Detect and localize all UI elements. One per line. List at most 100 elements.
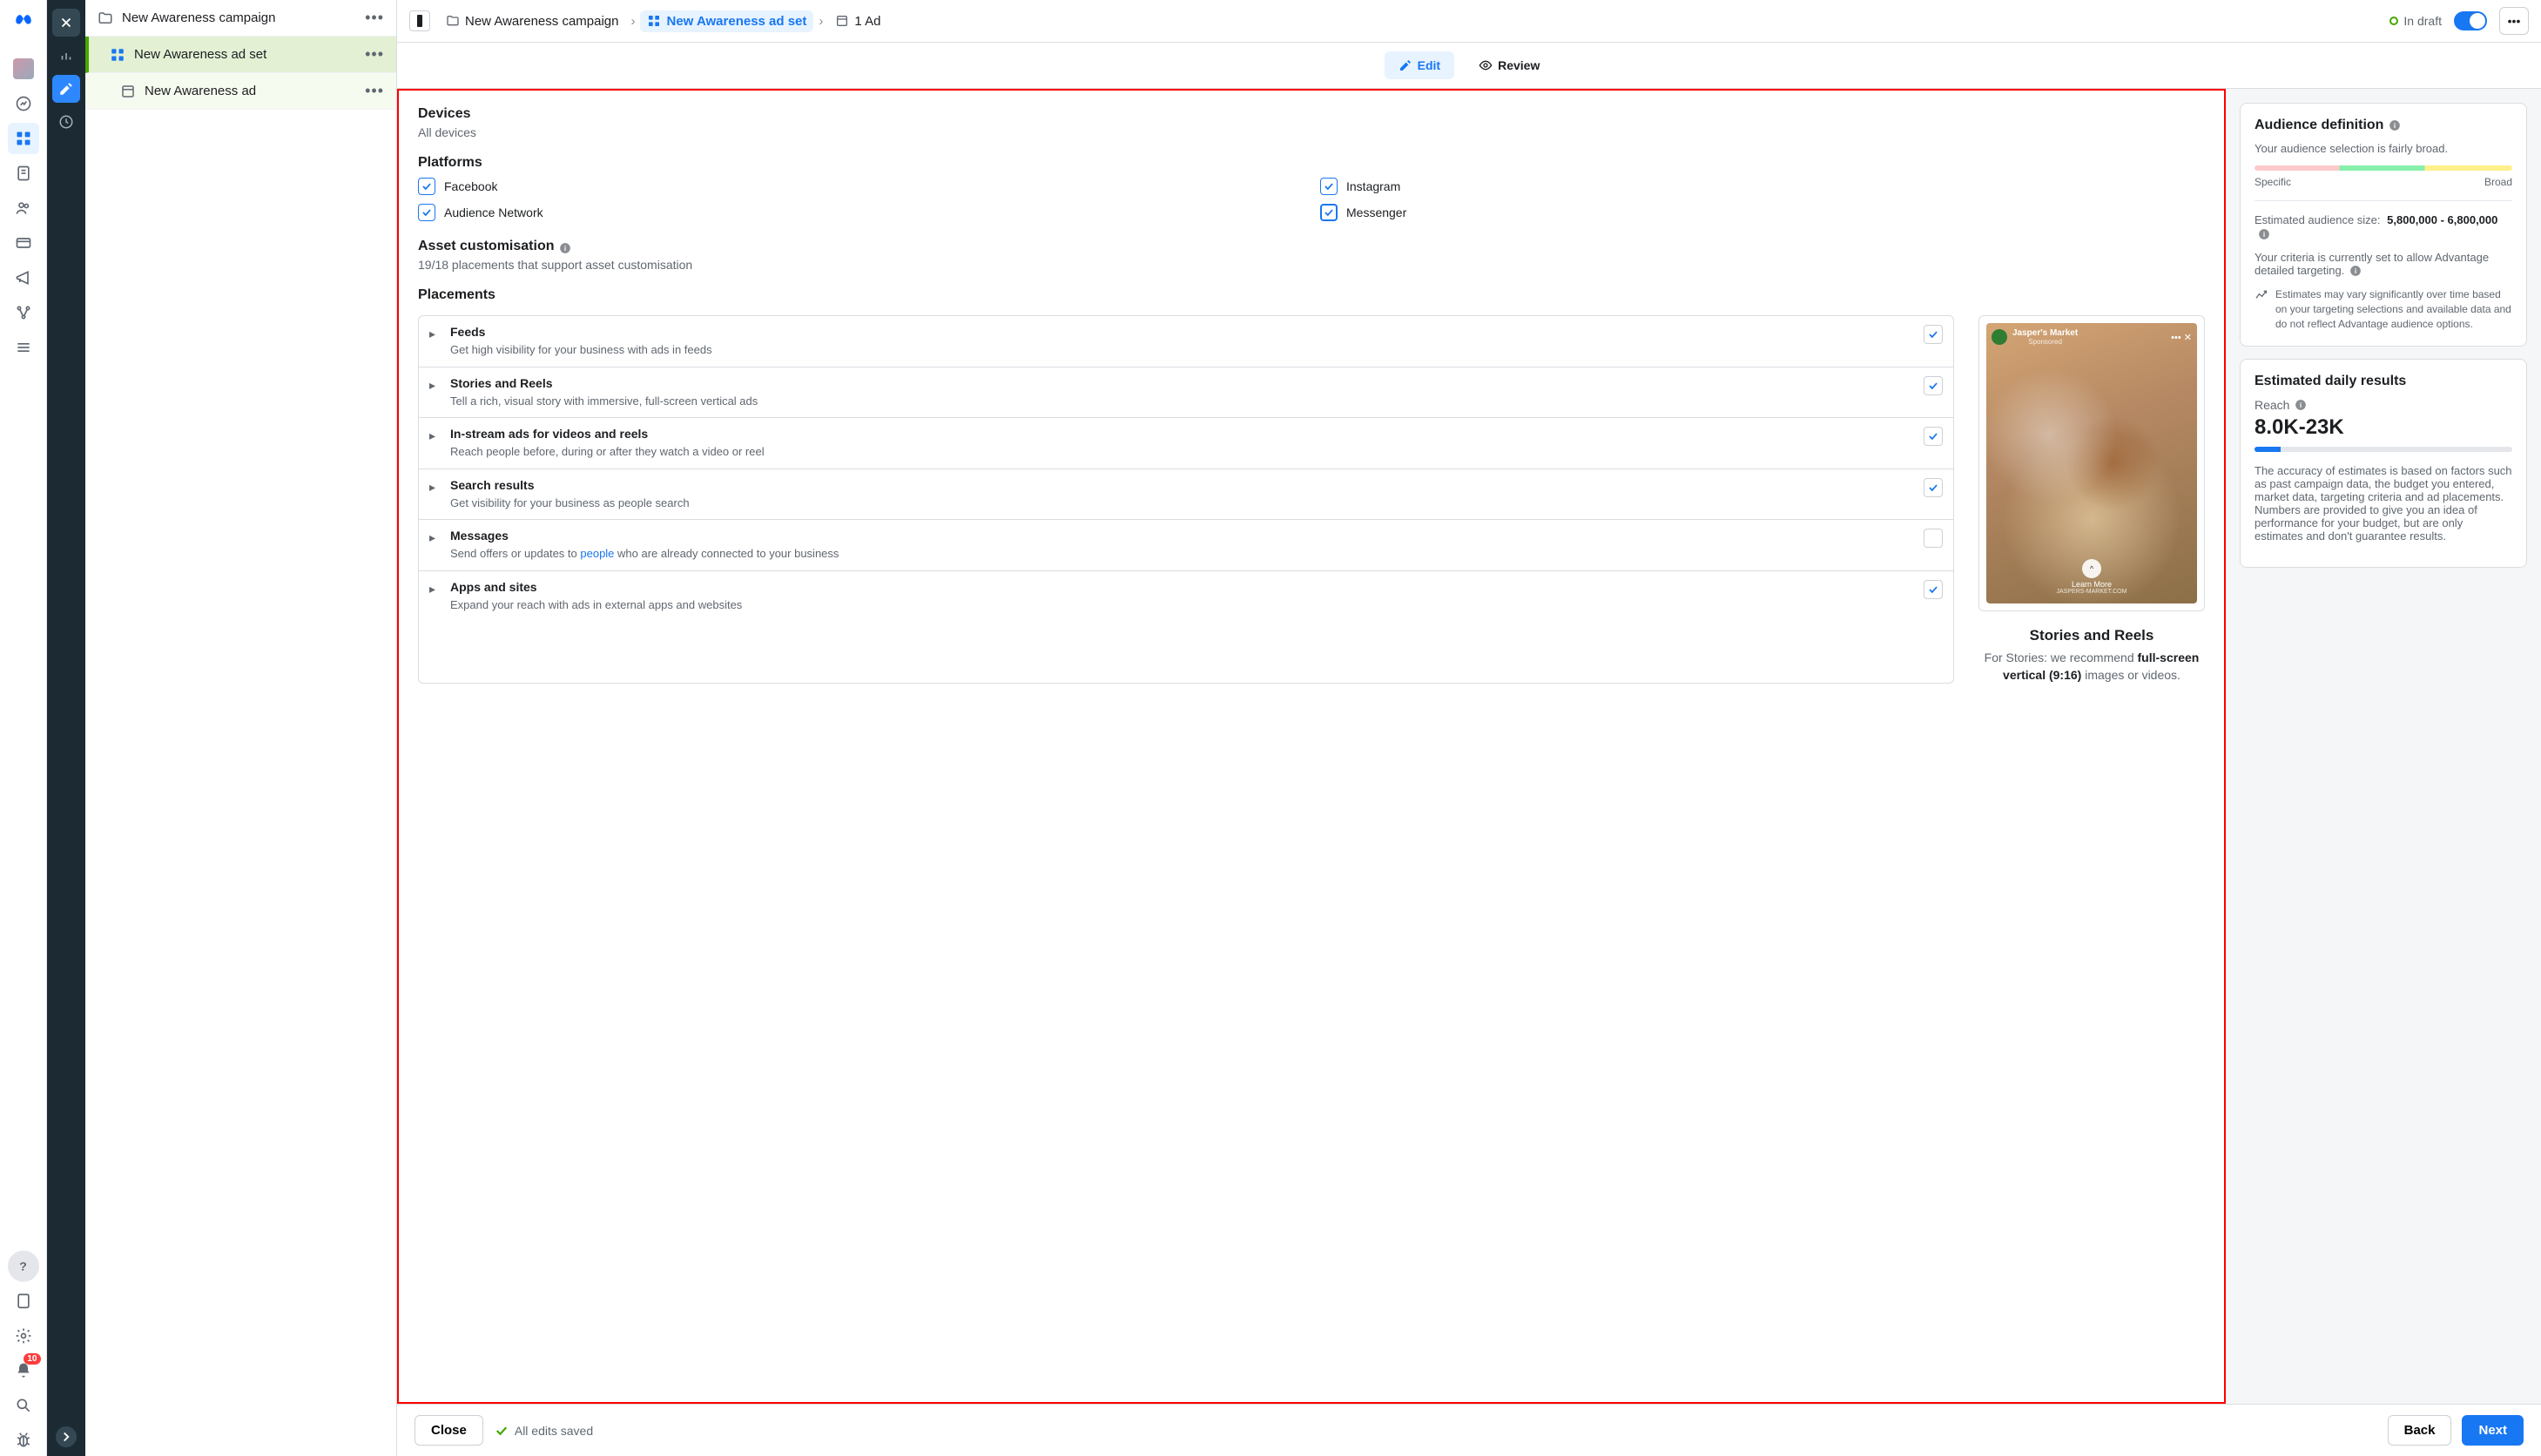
nav-dashboard-icon[interactable]: [8, 88, 39, 119]
edit-tab-icon[interactable]: [52, 75, 80, 103]
right-sidebar: Audience definition i Your audience sele…: [2226, 89, 2541, 1404]
placement-messages[interactable]: ▸ Messages Send offers or updates to peo…: [419, 520, 1953, 571]
nav-menu-icon[interactable]: [8, 332, 39, 363]
nav-events-icon[interactable]: [8, 297, 39, 328]
review-mode-button[interactable]: Review: [1465, 51, 1554, 79]
preview-text: For Stories: we recommend full-screen ve…: [1978, 650, 2205, 684]
up-arrow-icon: ^: [2082, 559, 2101, 578]
next-button[interactable]: Next: [2462, 1415, 2524, 1446]
footer-bar: Close All edits saved Back Next: [397, 1404, 2541, 1456]
placement-instream[interactable]: ▸ In-stream ads for videos and reels Rea…: [419, 418, 1953, 469]
asset-subtext: 19/18 placements that support asset cust…: [418, 258, 2205, 272]
breadcrumb-ad[interactable]: 1 Ad: [828, 10, 887, 32]
nav-bug-icon[interactable]: [8, 1425, 39, 1456]
breadcrumb-adset[interactable]: New Awareness ad set: [640, 10, 813, 32]
chevron-right-icon: ›: [819, 14, 823, 29]
check-icon: [494, 1423, 509, 1439]
caret-right-icon: ▸: [429, 480, 435, 495]
history-tab-icon[interactable]: [52, 108, 80, 136]
info-icon[interactable]: i: [2258, 228, 2270, 240]
tree-row-menu[interactable]: •••: [365, 45, 384, 64]
tree-row-menu[interactable]: •••: [365, 82, 384, 100]
svg-text:i: i: [2355, 267, 2356, 275]
svg-text:i: i: [2300, 401, 2302, 408]
daily-note: The accuracy of estimates is based on fa…: [2255, 464, 2512, 543]
chart-tab-icon[interactable]: [52, 42, 80, 70]
svg-text:i: i: [2263, 230, 2265, 238]
phone-mockup: Jasper's Market Sponsored ••• ✕ ^ Learn …: [1978, 315, 2205, 611]
caret-right-icon: ▸: [429, 378, 435, 393]
eye-icon: [1479, 58, 1493, 72]
status-dot-icon: [2389, 17, 2398, 25]
help-button[interactable]: ?: [8, 1250, 39, 1282]
placement-toggle[interactable]: [1924, 580, 1943, 599]
placement-apps[interactable]: ▸ Apps and sites Expand your reach with …: [419, 571, 1953, 622]
platform-instagram[interactable]: Instagram: [1320, 178, 2205, 195]
info-icon[interactable]: i: [559, 242, 571, 254]
account-avatar[interactable]: [13, 58, 34, 79]
caret-right-icon: ▸: [429, 582, 435, 597]
close-button[interactable]: Close: [415, 1415, 483, 1446]
ad-icon: [120, 84, 136, 99]
nav-settings-icon[interactable]: [8, 1320, 39, 1352]
nav-advertise-icon[interactable]: [8, 262, 39, 293]
placement-toggle[interactable]: [1924, 427, 1943, 446]
meta-logo[interactable]: [11, 10, 36, 37]
daily-results-card: Estimated daily results Reach i 8.0K-23K…: [2240, 359, 2527, 568]
platform-messenger[interactable]: Messenger: [1320, 204, 2205, 221]
placement-stories[interactable]: ▸ Stories and Reels Tell a rich, visual …: [419, 367, 1953, 419]
app-rail: ? 10: [0, 0, 47, 1456]
campaign-toggle[interactable]: [2454, 11, 2487, 30]
platforms-heading: Platforms: [418, 155, 2205, 171]
tree-adset-row[interactable]: New Awareness ad set •••: [85, 37, 396, 73]
nav-reporting-icon[interactable]: [8, 158, 39, 189]
info-icon[interactable]: i: [2349, 265, 2362, 277]
audience-gauge: [2255, 165, 2512, 171]
placement-feeds[interactable]: ▸ Feeds Get high visibility for your bus…: [419, 316, 1953, 367]
tree-campaign-label: New Awareness campaign: [122, 10, 356, 25]
nav-campaigns-icon[interactable]: [8, 123, 39, 154]
caret-right-icon: ▸: [429, 428, 435, 443]
platform-audience-network[interactable]: Audience Network: [418, 204, 1303, 221]
callout-arrow: [397, 289, 401, 303]
breadcrumb-campaign[interactable]: New Awareness campaign: [439, 10, 625, 32]
close-editor-button[interactable]: [52, 9, 80, 37]
back-button[interactable]: Back: [2388, 1415, 2452, 1446]
nav-search-icon[interactable]: [8, 1390, 39, 1421]
caret-right-icon: ▸: [429, 530, 435, 545]
info-icon[interactable]: i: [2295, 399, 2307, 411]
tree-row-menu[interactable]: •••: [365, 9, 384, 27]
placement-toggle[interactable]: [1924, 325, 1943, 344]
tree-campaign-row[interactable]: New Awareness campaign •••: [85, 0, 396, 37]
chevron-right-icon: ›: [630, 14, 635, 29]
people-link[interactable]: people: [580, 547, 614, 560]
panel-toggle-button[interactable]: [409, 10, 430, 31]
svg-text:i: i: [2394, 122, 2396, 130]
platform-facebook[interactable]: Facebook: [418, 178, 1303, 195]
folder-icon: [446, 14, 460, 28]
audience-card: Audience definition i Your audience sele…: [2240, 103, 2527, 347]
asset-heading: Asset customisation: [418, 239, 554, 254]
checkbox-icon: [1320, 204, 1338, 221]
info-icon[interactable]: i: [2389, 119, 2401, 131]
placement-toggle[interactable]: [1924, 478, 1943, 497]
notif-badge: 10: [24, 1353, 40, 1365]
edit-mode-button[interactable]: Edit: [1385, 51, 1454, 79]
tree-ad-row[interactable]: New Awareness ad •••: [85, 73, 396, 110]
saved-status: All edits saved: [494, 1423, 593, 1439]
nav-notifications-icon[interactable]: 10: [8, 1355, 39, 1386]
placement-search[interactable]: ▸ Search results Get visibility for your…: [419, 469, 1953, 521]
placement-toggle[interactable]: [1924, 529, 1943, 548]
estimate-note: Estimates may vary significantly over ti…: [2255, 287, 2512, 331]
nav-billing-icon[interactable]: [8, 227, 39, 259]
activity-icon: [2255, 288, 2268, 302]
nav-audiences-icon[interactable]: [8, 192, 39, 224]
checkbox-icon: [418, 178, 435, 195]
nav-docs-icon[interactable]: [8, 1285, 39, 1317]
more-menu-button[interactable]: •••: [2499, 7, 2529, 35]
tree-adset-label: New Awareness ad set: [134, 47, 356, 62]
placement-toggle[interactable]: [1924, 376, 1943, 395]
daily-title: Estimated daily results: [2255, 374, 2512, 389]
pencil-icon: [1399, 58, 1412, 72]
expand-rail-button[interactable]: [56, 1426, 77, 1447]
